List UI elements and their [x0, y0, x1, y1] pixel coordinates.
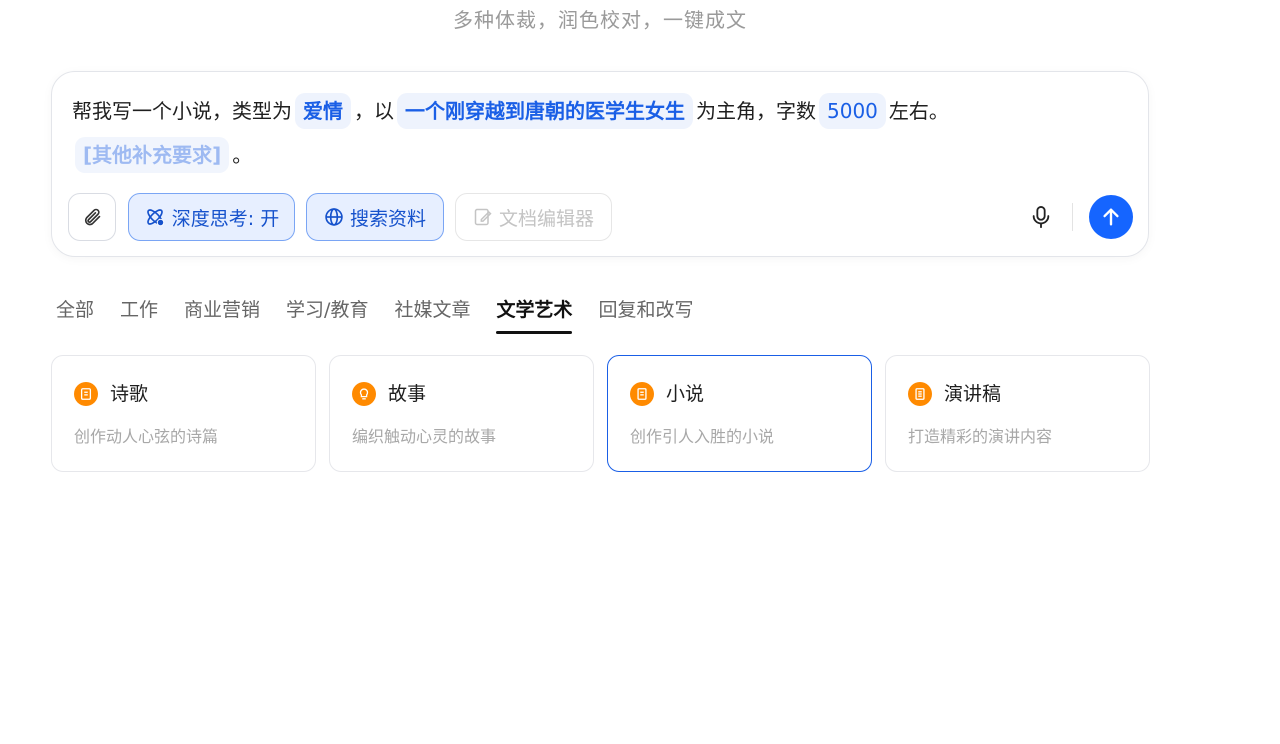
card-poem[interactable]: 诗歌 创作动人心弦的诗篇 — [51, 355, 316, 472]
card-speech[interactable]: 演讲稿 打造精彩的演讲内容 — [885, 355, 1150, 472]
slot-word-count[interactable]: 5000 — [819, 93, 886, 129]
atom-icon — [144, 206, 166, 228]
prompt-text-segment: ，以 — [354, 99, 394, 123]
poem-icon — [74, 382, 98, 406]
card-description: 创作动人心弦的诗篇 — [74, 427, 219, 446]
prompt-text-segment: 左右。 — [888, 99, 949, 123]
slot-extra-requirements[interactable]: [其他补充要求] — [75, 137, 230, 173]
tab-work[interactable]: 工作 — [120, 296, 158, 334]
attach-button[interactable] — [68, 193, 116, 241]
prompt-composer[interactable]: 帮我写一个小说，类型为 爱情 ，以 一个刚穿越到唐朝的医学生女生 为主角，字数 5000 左… — [51, 71, 1149, 257]
tab-all[interactable]: 全部 — [56, 296, 94, 334]
search-label: 搜索资料 — [349, 207, 426, 230]
edit-document-icon — [473, 207, 493, 227]
card-novel[interactable]: 小说 创作引人入胜的小说 — [607, 355, 872, 472]
microphone-button[interactable] — [1027, 203, 1055, 231]
page-subtitle: 多种体裁，润色校对，一键成文 — [453, 8, 747, 32]
prompt-text-segment: 帮我写一个小说，类型为 — [72, 99, 292, 123]
slot-protagonist[interactable]: 一个刚穿越到唐朝的医学生女生 — [397, 93, 693, 129]
card-description: 创作引人入胜的小说 — [630, 427, 775, 446]
card-story[interactable]: 故事 编织触动心灵的故事 — [329, 355, 594, 472]
tab-education[interactable]: 学习/教育 — [286, 296, 368, 334]
doc-editor-button[interactable]: 文档编辑器 — [455, 193, 612, 241]
microphone-icon — [1030, 205, 1052, 229]
book-icon — [630, 382, 654, 406]
prompt-text-segment: 为主角，字数 — [696, 99, 816, 123]
send-button[interactable] — [1089, 195, 1133, 239]
prompt-text[interactable]: 帮我写一个小说，类型为 爱情 ，以 一个刚穿越到唐朝的医学生女生 为主角，字数 5000 左… — [72, 89, 1132, 177]
card-description: 打造精彩的演讲内容 — [908, 427, 1053, 446]
card-title: 小说 — [666, 383, 705, 405]
toolbar-divider — [1072, 203, 1073, 231]
document-icon — [908, 382, 932, 406]
tab-social-media[interactable]: 社媒文章 — [394, 296, 470, 334]
paperclip-icon — [82, 207, 102, 227]
search-toggle[interactable]: 搜索资料 — [306, 193, 444, 241]
tab-literature-art[interactable]: 文学艺术 — [496, 296, 573, 334]
card-title: 故事 — [388, 383, 427, 405]
doc-editor-label: 文档编辑器 — [498, 207, 594, 230]
card-title: 诗歌 — [110, 383, 149, 405]
lightbulb-icon — [352, 382, 376, 406]
category-tabs: 全部 工作 商业营销 学习/教育 社媒文章 文学艺术 回复和改写 — [56, 296, 720, 334]
slot-genre[interactable]: 爱情 — [295, 93, 351, 129]
prompt-text-segment: 。 — [232, 143, 253, 167]
deep-think-toggle[interactable]: 深度思考: 开 — [128, 193, 295, 241]
tab-marketing[interactable]: 商业营销 — [184, 296, 260, 334]
deep-think-label: 深度思考: 开 — [171, 207, 280, 230]
arrow-up-icon — [1100, 206, 1122, 228]
globe-icon — [324, 207, 344, 227]
tab-reply-rewrite[interactable]: 回复和改写 — [598, 296, 693, 334]
card-description: 编织触动心灵的故事 — [352, 427, 497, 446]
card-title: 演讲稿 — [944, 383, 1002, 405]
